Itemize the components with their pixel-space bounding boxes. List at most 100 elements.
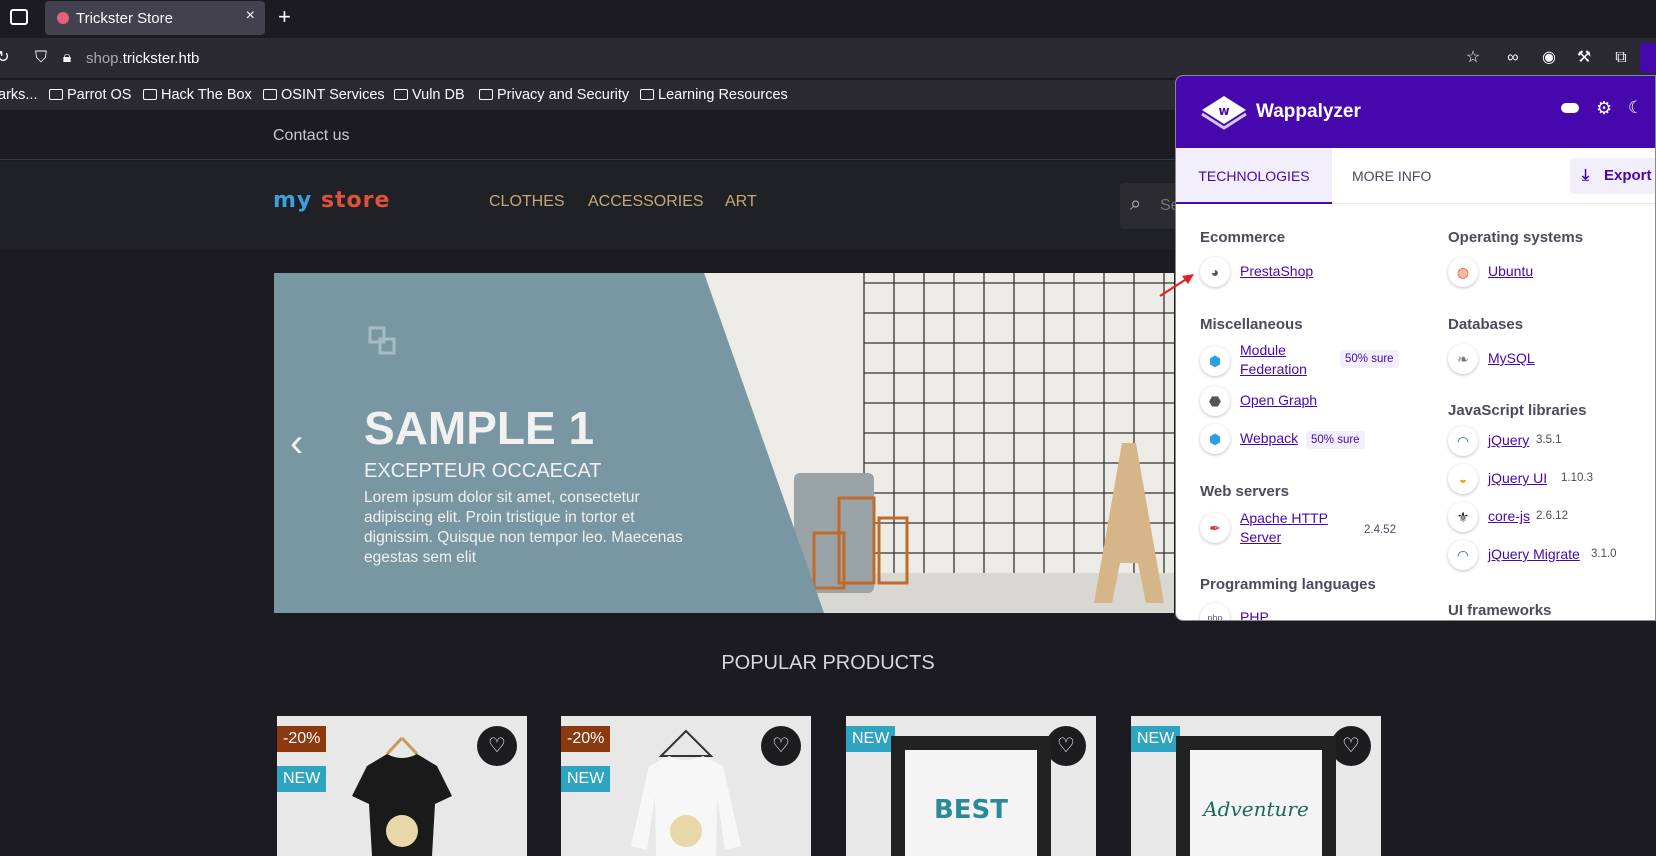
- lock-icon[interactable]: 🔒︎: [58, 49, 76, 67]
- poster-best-image: BEST: [891, 736, 1051, 856]
- jquery-icon: ◠: [1448, 426, 1478, 456]
- category-heading: Ecommerce: [1200, 229, 1286, 246]
- contact-link[interactable]: Contact us: [273, 127, 349, 145]
- prestashop-icon: ◕: [1200, 257, 1230, 287]
- version-label: 2.6.12: [1536, 510, 1568, 522]
- extensions-icon[interactable]: ⧉: [1612, 49, 1630, 67]
- bookmark-label: Hack The Box: [161, 87, 252, 103]
- moon-icon[interactable]: ☾: [1628, 98, 1643, 118]
- search-icon: ⌕: [1130, 193, 1142, 215]
- bookmark-item[interactable]: arks...: [0, 87, 37, 103]
- svg-text:Adventure: Adventure: [1201, 797, 1309, 821]
- bookmark-label: Parrot OS: [67, 87, 132, 103]
- new-badge: NEW: [846, 726, 896, 752]
- tab-close-icon[interactable]: ×: [246, 7, 255, 25]
- version-label: 1.10.3: [1561, 472, 1593, 484]
- wishlist-heart-icon[interactable]: ♡: [1331, 726, 1371, 766]
- tech-link[interactable]: jQuery: [1488, 431, 1529, 450]
- poster-adventure-image: Adventure: [1176, 736, 1336, 856]
- tech-link[interactable]: jQuery Migrate: [1488, 545, 1580, 564]
- bookmark-folder-parrot[interactable]: Parrot OS: [49, 87, 131, 103]
- tab-technologies[interactable]: TECHNOLOGIES: [1176, 148, 1332, 204]
- nav-clothes[interactable]: CLOTHES: [489, 193, 565, 211]
- tech-link[interactable]: Module Federation: [1240, 341, 1335, 379]
- category-heading: Databases: [1448, 316, 1524, 333]
- tab-list-icon[interactable]: [10, 9, 28, 25]
- folder-icon: [263, 89, 277, 100]
- browser-tab-bar: Trickster Store × +: [0, 0, 1656, 36]
- bookmark-folder-learning[interactable]: Learning Resources: [640, 87, 788, 103]
- module-federation-icon: ⬢: [1200, 346, 1230, 376]
- browser-nav-bar: ↻ ⛉ 🔒︎ shop.trickster.htb ☆ ∞ ◉ ⚒ ⧉: [0, 38, 1656, 78]
- tab-title: Trickster Store: [76, 10, 173, 27]
- bookmark-folder-osint[interactable]: OSINT Services: [263, 87, 385, 103]
- discount-badge: -20%: [561, 726, 611, 752]
- shield-icon[interactable]: ⛉: [32, 49, 50, 67]
- tech-link[interactable]: PHP: [1240, 608, 1269, 620]
- svg-text:w: w: [1218, 104, 1229, 118]
- tech-link[interactable]: core-js: [1488, 507, 1530, 526]
- mysql-dolphin-icon: ❧: [1448, 344, 1478, 374]
- wappalyzer-logo-icon: w: [1201, 96, 1247, 130]
- carousel-prev-icon[interactable]: ‹: [290, 421, 303, 466]
- tech-link[interactable]: PrestaShop: [1240, 262, 1313, 281]
- gear-icon[interactable]: ⚙: [1596, 98, 1612, 119]
- nav-art[interactable]: ART: [725, 193, 757, 211]
- store-logo[interactable]: my store: [273, 188, 390, 213]
- export-button[interactable]: ⤓ Export: [1570, 158, 1655, 194]
- nav-accessories[interactable]: ACCESSORIES: [588, 193, 704, 211]
- toggle-switch-icon[interactable]: [1561, 103, 1579, 113]
- hero-subtitle: EXCEPTEUR OCCAECAT: [364, 460, 602, 482]
- product-card[interactable]: -20% NEW ♡: [561, 716, 811, 856]
- webpack-icon: ⬢: [1200, 424, 1230, 454]
- category-heading: Programming languages: [1200, 576, 1376, 593]
- bookmark-folder-privacy[interactable]: Privacy and Security: [479, 87, 629, 103]
- new-tab-icon[interactable]: +: [278, 4, 291, 30]
- reload-icon[interactable]: ↻: [0, 49, 12, 67]
- url-bar[interactable]: ⛉ 🔒︎ shop.trickster.htb: [26, 43, 1106, 73]
- wappalyzer-popup: w Wappalyzer ⚙ ☾ TECHNOLOGIES MORE INFO …: [1175, 75, 1656, 621]
- browser-tab-active[interactable]: Trickster Store ×: [45, 1, 265, 35]
- category-heading: Miscellaneous: [1200, 316, 1303, 333]
- url-text[interactable]: shop.trickster.htb: [86, 50, 199, 67]
- tech-link[interactable]: Webpack: [1240, 429, 1298, 448]
- wishlist-heart-icon[interactable]: ♡: [761, 726, 801, 766]
- account-icon[interactable]: ◉: [1540, 49, 1558, 67]
- tech-link[interactable]: Ubuntu: [1488, 262, 1533, 281]
- tech-link[interactable]: jQuery UI: [1488, 469, 1547, 488]
- folder-icon: [49, 89, 63, 100]
- jquery-ui-icon: ◒: [1448, 464, 1478, 494]
- hero-body: Lorem ipsum dolor sit amet, consectetur …: [364, 489, 683, 566]
- tshirt-black-image: [352, 736, 452, 856]
- tech-link[interactable]: MySQL: [1488, 349, 1535, 368]
- bookmark-label: OSINT Services: [281, 87, 385, 103]
- product-card[interactable]: NEW ♡ Adventure: [1131, 716, 1381, 856]
- sweater-white-image: [631, 729, 741, 856]
- tech-link[interactable]: Open Graph: [1240, 391, 1317, 410]
- wappalyzer-tabs: TECHNOLOGIES MORE INFO ⤓ Export: [1176, 148, 1655, 204]
- version-label: 3.1.0: [1591, 548, 1617, 560]
- product-card[interactable]: -20% NEW ♡: [277, 716, 527, 856]
- wappalyzer-header: w Wappalyzer ⚙ ☾: [1176, 76, 1655, 148]
- popular-products-title: POPULAR PRODUCTS: [721, 652, 935, 674]
- svg-text:BEST: BEST: [934, 795, 1008, 825]
- php-icon: php: [1200, 603, 1230, 620]
- tech-link[interactable]: Apache HTTP Server: [1240, 509, 1340, 547]
- private-mask-icon[interactable]: ∞: [1504, 49, 1522, 67]
- product-card[interactable]: NEW ♡ BEST: [846, 716, 1096, 856]
- wishlist-heart-icon[interactable]: ♡: [1046, 726, 1086, 766]
- confidence-badge: 50% sure: [1340, 350, 1399, 368]
- wappalyzer-extension-icon[interactable]: [1640, 43, 1656, 73]
- hero-title: SAMPLE 1: [364, 402, 595, 454]
- bookmark-folder-htb[interactable]: Hack The Box: [143, 87, 252, 103]
- bookmark-label: Privacy and Security: [497, 87, 630, 103]
- bookmark-star-icon[interactable]: ☆: [1464, 49, 1482, 67]
- wishlist-heart-icon[interactable]: ♡: [477, 726, 517, 766]
- category-heading: Operating systems: [1448, 229, 1584, 246]
- url-host: trickster.htb: [122, 50, 200, 67]
- tab-more-info[interactable]: MORE INFO: [1352, 148, 1431, 204]
- wrench-icon[interactable]: ⚒: [1575, 49, 1593, 67]
- wappalyzer-brand: Wappalyzer: [1256, 101, 1361, 122]
- bookmark-folder-vulndb[interactable]: Vuln DB: [394, 87, 465, 103]
- hero-carousel: ‹ SAMPLE 1 EXCEPTEUR OCCAECAT Lorem ipsu…: [274, 273, 1174, 613]
